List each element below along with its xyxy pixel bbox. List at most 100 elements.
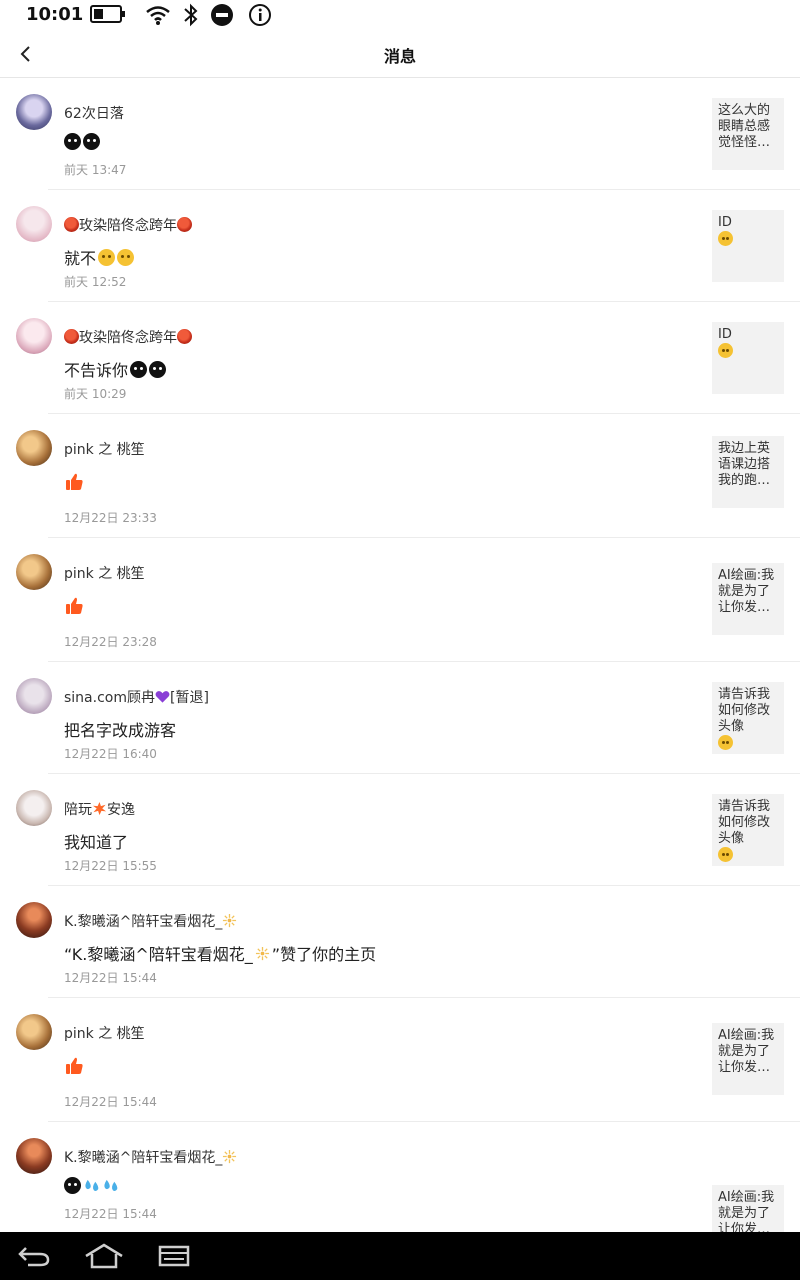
- sender-name: 陪玩 安逸: [64, 801, 135, 818]
- message-text: 把名字改成游客: [64, 721, 177, 740]
- list-item[interactable]: 陪玩 安逸 我知道了 12月22日 15:55 请告诉我 如何修改 头像: [0, 774, 800, 886]
- back-arrow-icon: [18, 1247, 50, 1267]
- status-time: 10:01: [26, 4, 84, 25]
- sweat-droplets-icon: [104, 1179, 118, 1191]
- list-item[interactable]: 62次日落 前天 13:47 这么大的 眼睛总感 觉怪怪…: [0, 78, 800, 190]
- avatar[interactable]: [16, 902, 52, 938]
- message-text: 不告诉你: [64, 357, 167, 381]
- message-time: 12月22日 16:40: [64, 747, 157, 761]
- message-time: 12月22日 15:44: [64, 1095, 157, 1109]
- info-icon: [249, 4, 271, 26]
- post-preview[interactable]: AI绘画:我 就是为了 让你发…: [712, 563, 784, 635]
- message-text: 我知道了: [64, 833, 129, 852]
- sender-name: pink 之 桃笙: [64, 566, 145, 582]
- bluetooth-icon: [184, 3, 198, 27]
- dark-face-emoji-icon: [83, 133, 100, 150]
- post-preview[interactable]: 这么大的 眼睛总感 觉怪怪…: [712, 98, 784, 170]
- rose-emoji-icon: [64, 329, 79, 344]
- message-text: [64, 1177, 119, 1194]
- message-text: [64, 472, 84, 492]
- recent-apps-icon: [158, 1245, 190, 1267]
- rose-emoji-icon: [177, 329, 192, 344]
- list-item[interactable]: pink 之 桃笙 12月22日 23:28 AI绘画:我 就是为了 让你发…: [0, 538, 800, 662]
- message-text: “K.黎曦涵^陪轩宝看烟花_ ”赞了你的主页: [64, 945, 377, 964]
- post-preview[interactable]: 请告诉我 如何修改 头像: [712, 794, 784, 866]
- message-time: 前天 10:29: [64, 387, 127, 401]
- post-preview[interactable]: ID: [712, 322, 784, 394]
- sender-name: K.黎曦涵^陪轩宝看烟花_: [64, 911, 237, 931]
- yellow-face-emoji-icon: [718, 343, 733, 358]
- sender-name: sina.com顾冉 [暂退]: [64, 690, 209, 706]
- list-item[interactable]: 玫染陪佟念跨年 不告诉你 前天 10:29 ID: [0, 302, 800, 414]
- avatar[interactable]: [16, 430, 52, 466]
- message-time: 12月22日 23:28: [64, 635, 157, 649]
- list-item[interactable]: K.黎曦涵^陪轩宝看烟花_ 12月22日 15:44 AI绘画:我 就是为了 让…: [0, 1122, 800, 1257]
- sweat-droplets-icon: [85, 1179, 99, 1191]
- post-preview[interactable]: AI绘画:我 就是为了 让你发…: [712, 1023, 784, 1095]
- message-text: 就不: [64, 245, 135, 269]
- battery-icon: [90, 5, 125, 23]
- fireworks-icon: [223, 913, 237, 928]
- anger-symbol-icon: [92, 801, 107, 816]
- dark-face-emoji-icon: [149, 360, 167, 378]
- avatar[interactable]: [16, 94, 52, 130]
- avatar[interactable]: [16, 554, 52, 590]
- navigation-bar: 消息: [0, 30, 800, 78]
- avatar[interactable]: [16, 206, 52, 242]
- message-time: 前天 13:47: [64, 163, 127, 177]
- list-item[interactable]: K.黎曦涵^陪轩宝看烟花_ “K.黎曦涵^陪轩宝看烟花_ ”赞了你的主页 12月2…: [0, 886, 800, 998]
- post-preview[interactable]: 请告诉我 如何修改 头像: [712, 682, 784, 754]
- avatar[interactable]: [16, 1014, 52, 1050]
- home-icon: [85, 1243, 123, 1269]
- list-item[interactable]: sina.com顾冉 [暂退] 把名字改成游客 12月22日 16:40 请告诉我…: [0, 662, 800, 774]
- sender-name: pink 之 桃笙: [64, 442, 145, 458]
- fireworks-icon: [223, 1149, 237, 1164]
- message-time: 12月22日 15:44: [64, 1207, 157, 1221]
- thumbs-up-icon: [66, 597, 83, 614]
- message-time: 12月22日 15:55: [64, 859, 157, 873]
- avatar[interactable]: [16, 1138, 52, 1174]
- system-home-button[interactable]: [84, 1242, 124, 1270]
- purple-heart-icon: [155, 691, 170, 703]
- system-recents-button[interactable]: [154, 1242, 194, 1270]
- message-time: 12月22日 23:33: [64, 511, 157, 525]
- fireworks-icon: [255, 946, 269, 960]
- sender-name: K.黎曦涵^陪轩宝看烟花_: [64, 1147, 237, 1167]
- rose-emoji-icon: [177, 217, 192, 232]
- yellow-face-emoji-icon: [718, 735, 733, 750]
- list-item[interactable]: 玫染陪佟念跨年 就不 前天 12:52 ID: [0, 190, 800, 302]
- avatar[interactable]: [16, 678, 52, 714]
- yellow-face-emoji-icon: [718, 847, 733, 862]
- do-not-disturb-icon: [211, 4, 233, 26]
- page-title: 消息: [383, 47, 416, 66]
- sender-name: 62次日落: [64, 106, 124, 122]
- yellow-face-emoji-icon: [718, 231, 733, 246]
- status-bar: 10:01: [0, 0, 800, 30]
- thumbs-up-icon: [66, 473, 83, 490]
- dark-face-emoji-icon: [64, 1177, 81, 1194]
- system-back-button[interactable]: [14, 1242, 54, 1270]
- thumbs-up-icon: [66, 1057, 83, 1074]
- sender-name: 玫染陪佟念跨年: [64, 327, 192, 347]
- message-time: 12月22日 15:44: [64, 971, 157, 985]
- sender-name: 玫染陪佟念跨年: [64, 215, 192, 235]
- dark-face-emoji-icon: [64, 133, 81, 150]
- system-nav-bar: [0, 1232, 800, 1280]
- list-item[interactable]: pink 之 桃笙 12月22日 15:44 AI绘画:我 就是为了 让你发…: [0, 998, 800, 1122]
- message-text: [64, 596, 84, 616]
- sender-name: pink 之 桃笙: [64, 1026, 145, 1042]
- yellow-face-emoji-icon: [98, 248, 116, 266]
- post-preview[interactable]: 我边上英 语课边搭 我的跑…: [712, 436, 784, 508]
- message-time: 前天 12:52: [64, 275, 127, 289]
- avatar[interactable]: [16, 790, 52, 826]
- avatar[interactable]: [16, 318, 52, 354]
- message-text: [64, 1056, 84, 1076]
- message-list: 62次日落 前天 13:47 这么大的 眼睛总感 觉怪怪… 玫染陪佟念跨年 就不…: [0, 78, 800, 1257]
- rose-emoji-icon: [64, 217, 79, 232]
- wifi-icon: [146, 6, 170, 25]
- message-text: [64, 133, 100, 150]
- list-item[interactable]: pink 之 桃笙 12月22日 23:33 我边上英 语课边搭 我的跑…: [0, 414, 800, 538]
- dark-face-emoji-icon: [130, 360, 148, 378]
- yellow-face-emoji-icon: [117, 248, 135, 266]
- post-preview[interactable]: ID: [712, 210, 784, 282]
